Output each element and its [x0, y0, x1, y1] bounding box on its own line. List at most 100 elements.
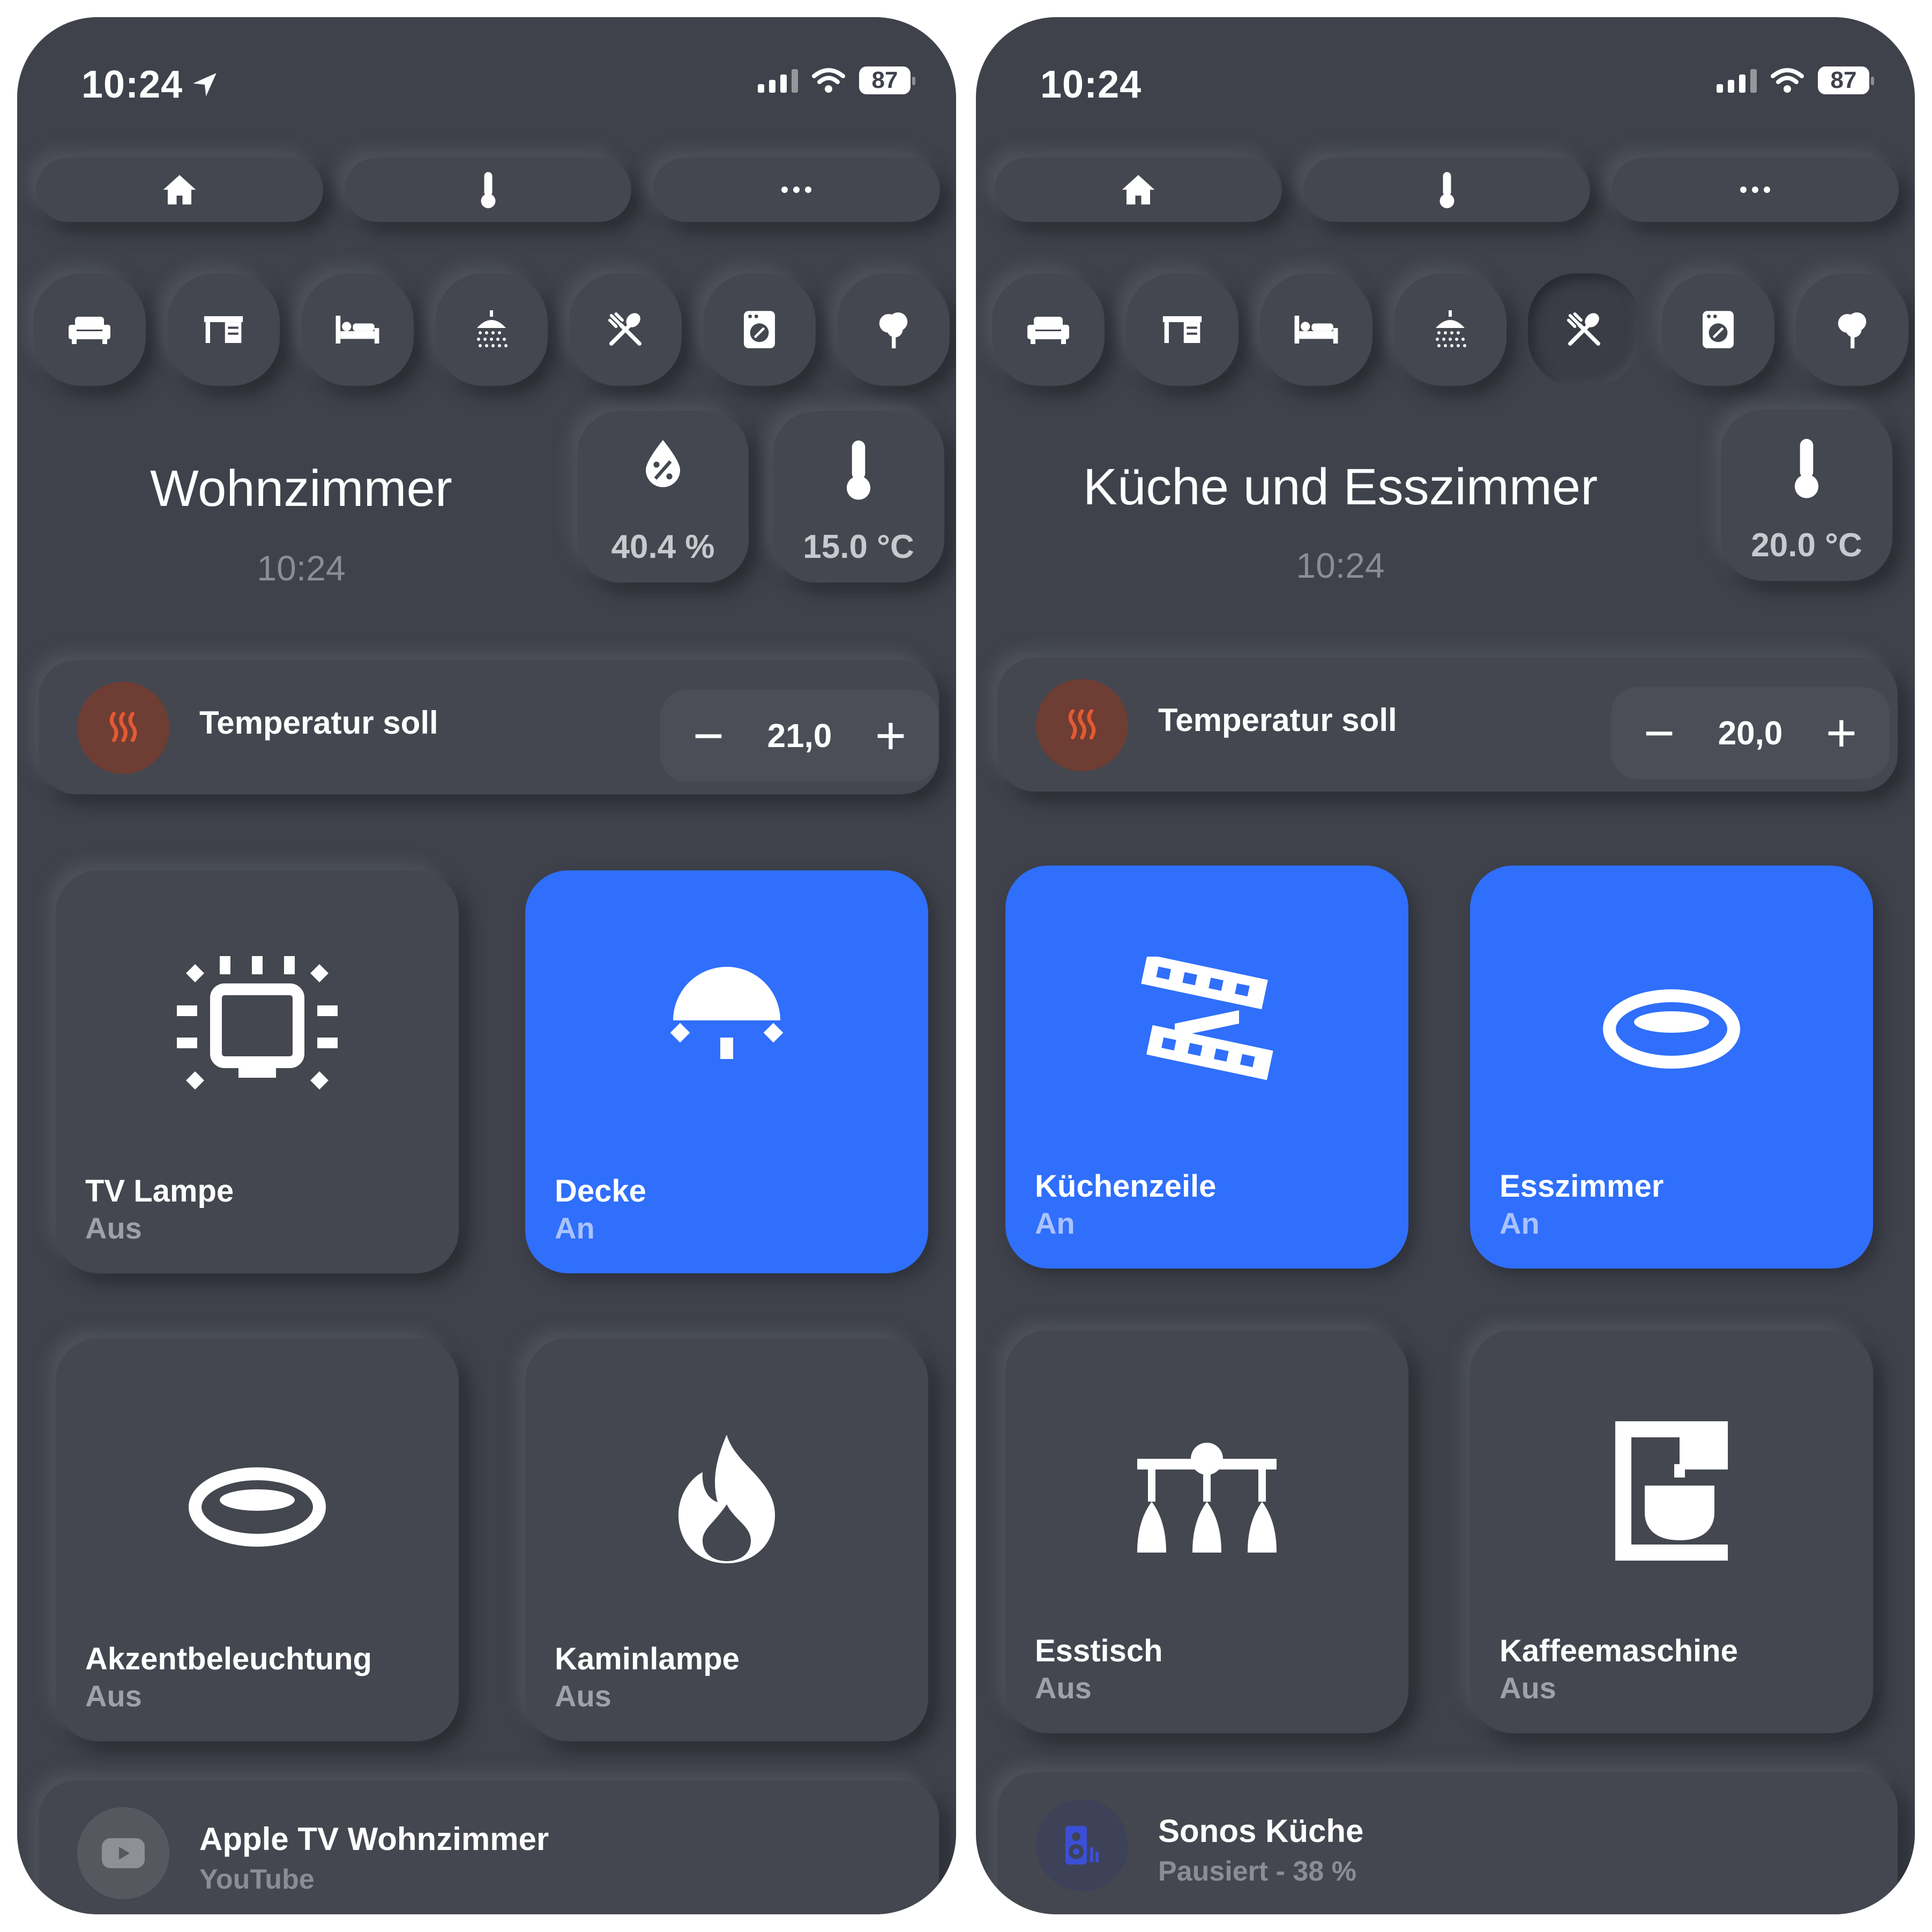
tile-kuechenzeile[interactable]: Küchenzeile An — [1005, 866, 1408, 1269]
room-kitchen[interactable] — [569, 273, 682, 386]
thermostat-card: Temperatur soll − 20,0 + — [997, 658, 1898, 792]
humidity-sensor[interactable]: 40.4 % — [577, 411, 749, 583]
room-laundry[interactable] — [1662, 273, 1774, 386]
thermometer-icon — [1439, 172, 1454, 208]
increase-button[interactable]: + — [1815, 706, 1868, 760]
room-kitchen[interactable] — [1528, 273, 1640, 386]
tile-state: Aus — [555, 1679, 611, 1713]
shower-icon — [1436, 310, 1466, 347]
temperature-stepper: − 21,0 + — [660, 690, 939, 782]
tab-more[interactable] — [1612, 158, 1899, 222]
tile-icon-wrap — [525, 956, 928, 1063]
tab-home[interactable] — [36, 158, 323, 222]
temperature-sensor[interactable]: 15.0 °C — [773, 411, 944, 583]
room-office[interactable] — [1126, 273, 1239, 386]
home-icon — [163, 175, 196, 205]
media-subtitle: Pausiert - 38 % — [1158, 1856, 1356, 1887]
tile-name: Esstisch — [1035, 1633, 1163, 1668]
heating-icon — [109, 712, 137, 742]
room-laundry[interactable] — [703, 273, 816, 386]
setpoint-value: 21,0 — [767, 717, 832, 755]
thermostat-label: Temperatur soll — [199, 705, 438, 741]
tile-name: Kaffeemaschine — [1500, 1633, 1738, 1668]
room-living-room[interactable] — [992, 273, 1105, 386]
battery-level: 87 — [871, 67, 898, 93]
tile-kaminlampe[interactable]: Kaminlampe Aus — [525, 1338, 928, 1741]
tile-name: Akzentbeleuchtung — [85, 1642, 372, 1676]
sofa-icon — [1027, 317, 1069, 344]
room-selector — [33, 273, 956, 386]
shower-icon — [477, 310, 508, 347]
decrease-button[interactable]: − — [1632, 706, 1686, 760]
room-living-room[interactable] — [33, 273, 146, 386]
tree-icon — [1838, 312, 1867, 348]
tile-state: An — [1500, 1206, 1540, 1240]
temperature-sensor[interactable]: 20.0 °C — [1721, 409, 1892, 581]
dining-icon — [1567, 312, 1601, 346]
thermometer-icon — [481, 172, 495, 208]
temperature-icon-wrap — [773, 438, 944, 501]
tile-kaffeemaschine[interactable]: Kaffeemaschine Aus — [1470, 1330, 1873, 1733]
status-indicators: 87 — [758, 66, 915, 94]
thermometer-icon — [1794, 438, 1819, 498]
battery-icon: 87 — [1818, 66, 1874, 94]
washer-icon — [1703, 311, 1734, 348]
room-bedroom[interactable] — [1260, 273, 1372, 386]
tile-esstisch[interactable]: Esstisch Aus — [1005, 1330, 1408, 1733]
increase-button[interactable]: + — [864, 709, 917, 763]
tile-decke[interactable]: Decke An — [525, 870, 928, 1273]
room-garden[interactable] — [837, 273, 950, 386]
thermometer-icon — [846, 440, 871, 500]
tile-icon-wrap — [1470, 989, 1873, 1069]
tile-icon-wrap — [1470, 1421, 1873, 1561]
desk-icon — [204, 316, 243, 343]
washer-icon — [744, 311, 775, 348]
cellular-signal-icon — [758, 68, 798, 93]
tab-home[interactable] — [995, 158, 1282, 222]
top-tab-bar — [995, 158, 1899, 222]
tile-esszimmer[interactable]: Esszimmer An — [1470, 866, 1873, 1269]
more-icon — [1740, 187, 1771, 193]
tile-tv-lampe[interactable]: TV Lampe Aus — [56, 870, 459, 1273]
room-office[interactable] — [167, 273, 280, 386]
dining-icon — [608, 312, 642, 346]
room-clock: 10:24 — [1296, 546, 1385, 585]
thermostat-label: Temperatur soll — [1158, 702, 1397, 738]
tile-name: Decke — [555, 1174, 646, 1209]
bed-icon — [335, 316, 379, 344]
tile-state: Aus — [1035, 1671, 1092, 1705]
left-screen: 10:24 87 Wohnzimmer 10:24 40.4 % 15.0 °C… — [17, 17, 956, 1914]
tab-more[interactable] — [653, 158, 941, 222]
heating-badge — [77, 682, 169, 774]
fire-icon — [678, 1435, 775, 1563]
led-strip-icon — [1141, 957, 1273, 1080]
media-icon-badge — [1036, 1799, 1128, 1891]
humidity-value: 40.4 % — [611, 528, 715, 565]
media-player-card[interactable]: Sonos Küche Pausiert - 38 % — [997, 1772, 1898, 1914]
setpoint-value: 20,0 — [1718, 714, 1783, 752]
room-bedroom[interactable] — [301, 273, 414, 386]
media-title: Apple TV Wohnzimmer — [199, 1821, 549, 1857]
tab-climate[interactable] — [344, 158, 632, 222]
media-subtitle: YouTube — [199, 1864, 315, 1895]
tile-state: Aus — [85, 1211, 142, 1245]
room-garden[interactable] — [1796, 273, 1908, 386]
bed-icon — [1294, 316, 1338, 344]
tile-name: Küchenzeile — [1035, 1169, 1217, 1204]
tv-light-icon — [177, 956, 338, 1090]
tile-akzentbeleuchtung[interactable]: Akzentbeleuchtung Aus — [56, 1338, 459, 1741]
tile-name: Esszimmer — [1500, 1169, 1664, 1204]
tab-climate[interactable] — [1303, 158, 1591, 222]
room-title: Wohnzimmer — [150, 460, 452, 517]
room-bathroom[interactable] — [435, 273, 548, 386]
status-time: 10:24 — [1040, 63, 1142, 106]
home-icon — [1122, 175, 1155, 205]
media-player-card[interactable]: Apple TV Wohnzimmer YouTube — [39, 1780, 939, 1914]
tile-state: An — [1035, 1206, 1075, 1240]
coffee-machine-icon — [1615, 1421, 1728, 1561]
room-bathroom[interactable] — [1394, 273, 1506, 386]
room-title: Küche und Esszimmer — [1083, 458, 1598, 516]
tile-state: An — [555, 1211, 595, 1245]
heating-badge — [1036, 679, 1128, 771]
decrease-button[interactable]: − — [682, 709, 735, 763]
